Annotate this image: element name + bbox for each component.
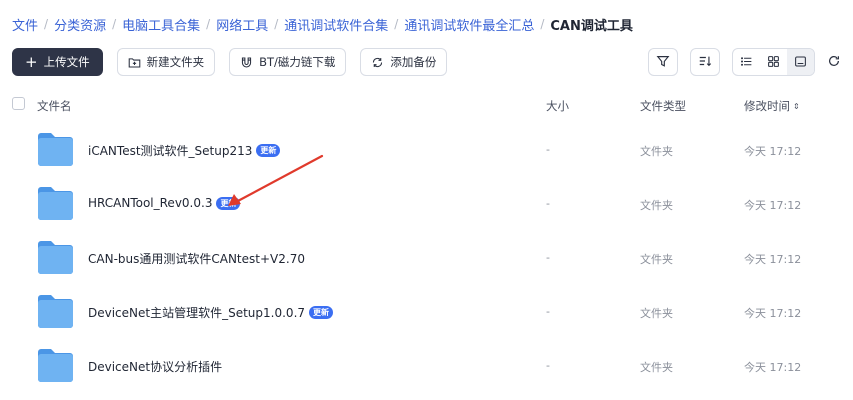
file-size: - bbox=[546, 197, 550, 210]
table-row[interactable]: CAN-bus通用测试软件CANtest+V2.70 - 文件夹 今天 17:12 bbox=[0, 231, 853, 285]
list-view-icon bbox=[740, 53, 753, 72]
file-modified: 今天 17:12 bbox=[744, 253, 802, 266]
breadcrumb-separator: / bbox=[112, 17, 117, 31]
magnet-icon bbox=[240, 56, 253, 69]
folder-icon bbox=[38, 349, 73, 382]
file-name[interactable]: DeviceNet协议分析插件 bbox=[88, 358, 222, 375]
preview-view-icon bbox=[794, 53, 807, 72]
folder-plus-icon bbox=[128, 56, 141, 69]
bt-download-button[interactable]: BT/磁力链下载 bbox=[229, 48, 347, 76]
file-name-text: CAN-bus通用测试软件CANtest+V2.70 bbox=[88, 252, 305, 266]
column-header-modified[interactable]: 修改时间 ⇕ bbox=[744, 98, 800, 114]
table-row[interactable]: iCANTest测试软件_Setup213 更新 - 文件夹 今天 17:12 bbox=[0, 123, 853, 177]
file-name[interactable]: iCANTest测试软件_Setup213 更新 bbox=[88, 142, 281, 159]
file-type: 文件夹 bbox=[640, 361, 673, 374]
upload-button[interactable]: + 上传文件 bbox=[12, 48, 103, 76]
file-manager: 文件 / 分类资源 / 电脑工具合集 / 网络工具 / 通讯调试软件合集 / 通讯调试软件最全汇总 /… bbox=[0, 0, 853, 400]
breadcrumb-link[interactable]: 通讯调试软件最全汇总 bbox=[404, 15, 534, 34]
table-row[interactable]: DeviceNet协议分析插件 - 文件夹 今天 17:12 bbox=[0, 339, 853, 393]
file-modified: 今天 17:12 bbox=[744, 361, 802, 374]
new-folder-button[interactable]: 新建文件夹 bbox=[116, 48, 216, 76]
sort-icon bbox=[698, 53, 712, 72]
filter-button[interactable] bbox=[648, 48, 678, 76]
column-header-modified-label: 修改时间 bbox=[744, 99, 790, 113]
file-modified: 今天 17:12 bbox=[744, 199, 802, 212]
file-type: 文件夹 bbox=[640, 145, 673, 158]
breadcrumb-link[interactable]: 电脑工具合集 bbox=[122, 15, 200, 34]
file-type: 文件夹 bbox=[640, 199, 673, 212]
breadcrumb-link[interactable]: 分类资源 bbox=[54, 15, 106, 34]
breadcrumb-separator: / bbox=[394, 17, 399, 31]
refresh-icon bbox=[827, 53, 841, 72]
upload-button-label: 上传文件 bbox=[43, 55, 90, 69]
file-name[interactable]: HRCANTool_Rev0.0.3 更新 bbox=[88, 196, 241, 210]
file-name-text: iCANTest测试软件_Setup213 bbox=[88, 144, 253, 158]
column-header-name[interactable]: 文件名 bbox=[37, 98, 72, 114]
table-row[interactable]: HRCANTool_Rev0.0.3 更新 - 文件夹 今天 17:12 bbox=[0, 177, 853, 231]
breadcrumb-separator: / bbox=[274, 17, 279, 31]
file-name-text: HRCANTool_Rev0.0.3 bbox=[88, 196, 213, 210]
refresh-button[interactable] bbox=[827, 48, 853, 76]
file-size: - bbox=[546, 305, 550, 318]
view-tools bbox=[648, 48, 853, 76]
preview-view-button[interactable] bbox=[787, 49, 814, 75]
toolbar: + 上传文件 新建文件夹 BT/磁力链下载 添加备份 bbox=[12, 48, 448, 76]
new-folder-button-label: 新建文件夹 bbox=[146, 55, 205, 69]
file-type: 文件夹 bbox=[640, 253, 673, 266]
breadcrumb-current: CAN调试工具 bbox=[550, 18, 633, 34]
backup-sync-icon bbox=[371, 56, 384, 69]
folder-icon bbox=[38, 133, 73, 166]
table-row[interactable]: DeviceNet主站管理软件_Setup1.0.0.7 更新 - 文件夹 今天 17:… bbox=[0, 285, 853, 339]
file-modified: 今天 17:12 bbox=[744, 145, 802, 158]
grid-view-icon bbox=[767, 53, 780, 72]
file-size: - bbox=[546, 251, 550, 264]
add-backup-button-label: 添加备份 bbox=[390, 55, 437, 69]
filter-icon bbox=[656, 53, 670, 72]
view-mode-switch bbox=[732, 48, 815, 76]
update-badge: 更新 bbox=[216, 196, 241, 210]
update-badge: 更新 bbox=[309, 306, 334, 319]
list-view-button[interactable] bbox=[733, 49, 760, 75]
breadcrumb-link[interactable]: 文件 bbox=[12, 15, 38, 34]
breadcrumb-link[interactable]: 网络工具 bbox=[216, 15, 268, 34]
breadcrumb-separator: / bbox=[540, 17, 545, 31]
file-size: - bbox=[546, 359, 550, 372]
breadcrumb-link[interactable]: 通讯调试软件合集 bbox=[284, 15, 388, 34]
add-backup-button[interactable]: 添加备份 bbox=[360, 48, 448, 76]
file-modified: 今天 17:12 bbox=[744, 307, 802, 320]
sort-button[interactable] bbox=[690, 48, 720, 76]
file-type: 文件夹 bbox=[640, 307, 673, 320]
breadcrumb: 文件 / 分类资源 / 电脑工具合集 / 网络工具 / 通讯调试软件合集 / 通讯调试软件最全汇总 /… bbox=[12, 15, 633, 34]
folder-icon bbox=[38, 187, 73, 220]
column-header-type[interactable]: 文件类型 bbox=[640, 98, 686, 114]
folder-icon bbox=[38, 295, 73, 328]
plus-icon: + bbox=[25, 52, 38, 71]
breadcrumb-separator: / bbox=[206, 17, 211, 31]
breadcrumb-separator: / bbox=[44, 17, 49, 31]
bt-download-button-label: BT/磁力链下载 bbox=[259, 55, 336, 69]
table-header: 文件名 大小 文件类型 修改时间 ⇕ bbox=[0, 92, 853, 118]
file-name[interactable]: CAN-bus通用测试软件CANtest+V2.70 bbox=[88, 250, 305, 267]
file-name-text: DeviceNet协议分析插件 bbox=[88, 360, 223, 374]
file-name[interactable]: DeviceNet主站管理软件_Setup1.0.0.7 更新 bbox=[88, 304, 334, 321]
update-badge: 更新 bbox=[256, 144, 281, 157]
select-all-checkbox[interactable] bbox=[12, 97, 25, 110]
file-size: - bbox=[546, 143, 550, 156]
folder-icon bbox=[38, 241, 73, 274]
file-name-text: DeviceNet主站管理软件_Setup1.0.0.7 bbox=[88, 306, 306, 320]
column-header-size[interactable]: 大小 bbox=[546, 98, 569, 114]
sort-indicator-icon: ⇕ bbox=[793, 101, 800, 111]
grid-view-button[interactable] bbox=[760, 49, 787, 75]
